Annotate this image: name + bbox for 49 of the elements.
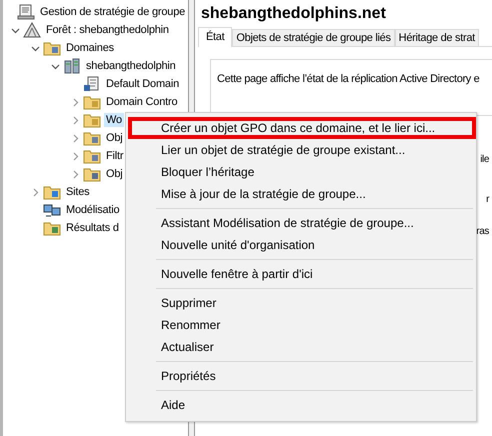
menu-item[interactable]: Supprimer xyxy=(126,292,476,314)
partial-text: ile xyxy=(480,154,489,167)
tree-item[interactable]: Default Domain xyxy=(104,77,182,91)
panel-title: shebangthedolphins.net xyxy=(200,4,387,24)
tree-item[interactable]: Wo xyxy=(104,113,124,127)
document-icon xyxy=(83,76,101,92)
tab[interactable]: Héritage de strat xyxy=(394,29,479,46)
tree-item[interactable]: Domain Contro xyxy=(104,95,180,109)
tree-item[interactable]: Sites xyxy=(64,185,92,199)
menu-item[interactable]: Renommer xyxy=(126,314,476,336)
tree-item[interactable]: Filtr xyxy=(104,149,126,163)
folder-icon xyxy=(83,112,101,128)
console-icon xyxy=(17,4,35,20)
computers-icon xyxy=(43,202,61,218)
tree-item[interactable]: Obj xyxy=(104,167,125,181)
folder-icon xyxy=(83,94,101,110)
menu-item[interactable]: Actualiser xyxy=(126,336,476,358)
menu-item[interactable]: Propriétés xyxy=(126,365,476,387)
description-text: Cette page affiche l’état de la réplication Active Directory e xyxy=(217,73,480,85)
menu-item[interactable]: Aide xyxy=(126,394,476,416)
tree-item[interactable]: Obj xyxy=(104,131,125,145)
tree-item[interactable]: Gestion de stratégie de groupe xyxy=(38,5,188,19)
partial-text: ras xyxy=(476,226,489,239)
folder-icon xyxy=(83,166,101,182)
menu-item[interactable]: Mise à jour de la stratégie de groupe... xyxy=(126,183,476,205)
folder-icon xyxy=(43,184,61,200)
server-icon xyxy=(63,58,81,74)
chevron-icon[interactable] xyxy=(11,26,20,34)
menu-item[interactable]: Lier un objet de stratégie de groupe existant... xyxy=(126,139,476,161)
chevron-icon[interactable] xyxy=(51,62,60,70)
tab[interactable]: Objets de stratégie de groupe liés xyxy=(232,29,395,46)
chevron-icon[interactable] xyxy=(31,44,40,52)
menu-item[interactable]: Créer un objet GPO dans ce domaine, et le lier ici... xyxy=(128,117,476,139)
menu-item[interactable]: Assistant Modélisation de stratégie de groupe... xyxy=(126,212,476,234)
tree-item[interactable]: Domaines xyxy=(64,41,116,55)
menu-item[interactable]: Nouvelle fenêtre à partir d'ici xyxy=(126,263,476,285)
tree-item[interactable]: Modélisatio xyxy=(64,203,122,217)
triangle-icon xyxy=(23,22,41,38)
tree-item[interactable]: Forêt : shebangthedolphin xyxy=(44,23,171,37)
tab[interactable]: État xyxy=(198,27,232,47)
tree-item[interactable]: Résultats d xyxy=(64,221,121,235)
tree-item[interactable]: shebangthedolphin xyxy=(84,59,178,73)
menu-item[interactable]: Nouvelle unité d'organisation xyxy=(126,234,476,256)
folder-icon xyxy=(83,148,101,164)
folder-icon xyxy=(43,220,61,236)
folder-icon xyxy=(43,40,61,56)
folder-icon xyxy=(83,130,101,146)
menu-item[interactable]: Bloquer l’héritage xyxy=(126,161,476,183)
partial-text: r xyxy=(486,194,489,207)
